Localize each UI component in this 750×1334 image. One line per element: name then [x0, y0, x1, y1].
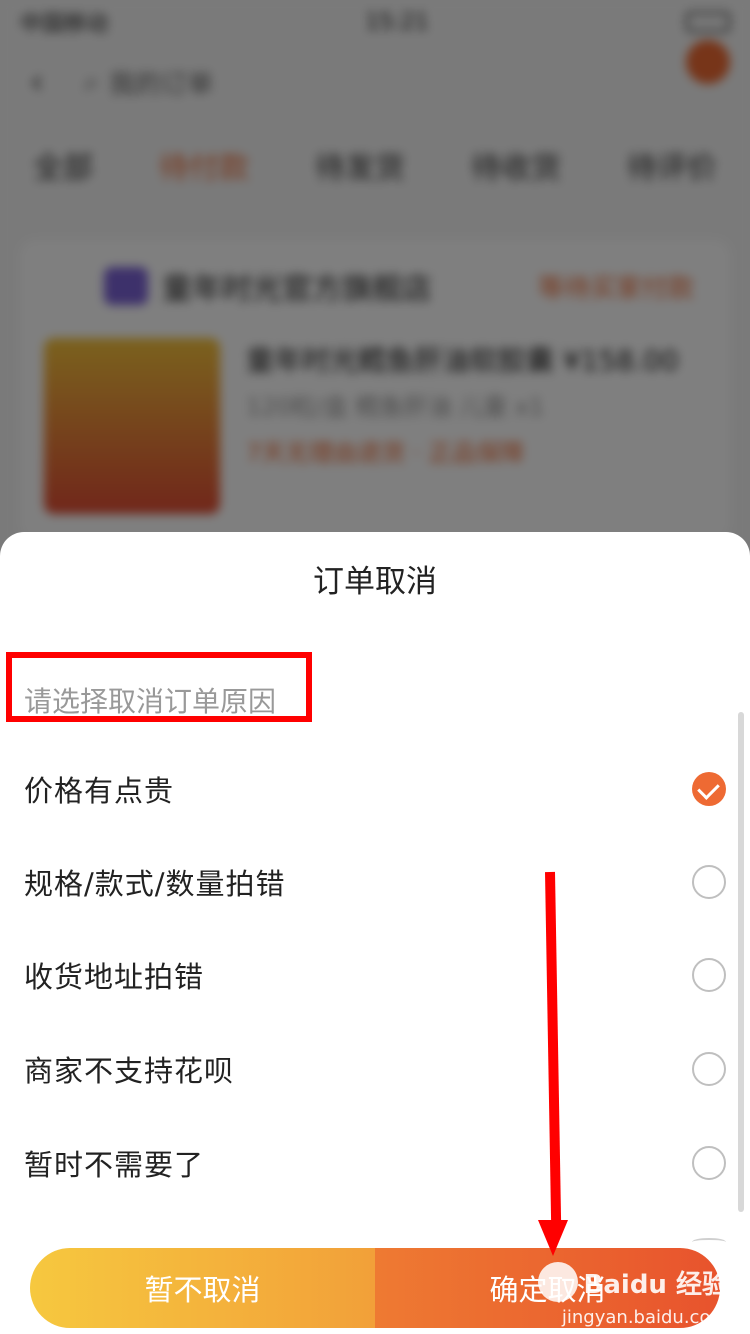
- watermark: Baidu 经验: [537, 1262, 728, 1302]
- radio-unchecked-icon[interactable]: [692, 1146, 726, 1180]
- reason-option[interactable]: 规格/款式/数量拍错: [0, 835, 750, 929]
- watermark-brand: Baidu 经验: [583, 1269, 728, 1300]
- reason-label: 商家不支持花呗: [24, 1054, 235, 1088]
- radio-unchecked-icon[interactable]: [692, 1052, 726, 1086]
- sheet-title: 订单取消: [313, 564, 437, 600]
- reason-label: 收货地址拍错: [24, 960, 205, 994]
- baidu-paw-icon: [537, 1262, 578, 1302]
- radio-unchecked-icon: [692, 1238, 726, 1246]
- reason-option[interactable]: 商家不支持花呗: [0, 1022, 750, 1116]
- keep-order-button[interactable]: 暂不取消: [30, 1248, 375, 1328]
- radio-checked-icon[interactable]: [692, 772, 726, 806]
- reason-label: 规格/款式/数量拍错: [24, 867, 286, 901]
- radio-unchecked-icon[interactable]: [692, 865, 726, 899]
- radio-unchecked-icon[interactable]: [692, 958, 726, 992]
- scrollbar[interactable]: [738, 712, 744, 1212]
- watermark-url: jingyan.baidu.com: [561, 1307, 728, 1328]
- reason-prompt: 请选择取消订单原因: [24, 685, 277, 718]
- reason-option[interactable]: 收货地址拍错: [0, 928, 750, 1022]
- reason-label: 价格有点贵: [24, 774, 175, 808]
- annotation-arrow-head: [538, 1220, 568, 1256]
- cancel-order-sheet: 订单取消 请选择取消订单原因 价格有点贵 规格/款式/数量拍错 收货地址拍错 商…: [0, 532, 750, 1334]
- reason-option[interactable]: 价格有点贵: [0, 742, 750, 836]
- reason-label: 暂时不需要了: [24, 1148, 205, 1182]
- reason-option[interactable]: 暂时不需要了: [0, 1116, 750, 1210]
